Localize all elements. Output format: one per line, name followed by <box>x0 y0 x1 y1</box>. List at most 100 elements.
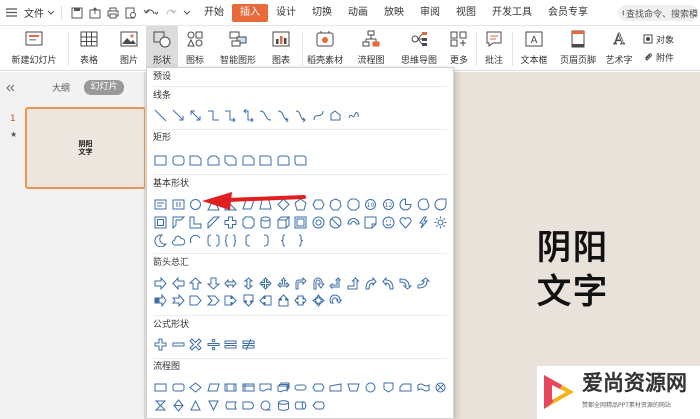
collapse-panel-icon[interactable] <box>6 84 15 95</box>
flowchart-terminator-shape-icon[interactable] <box>293 380 308 395</box>
cloud-shape-icon[interactable] <box>171 233 186 248</box>
round-diagonal-rect-shape-icon[interactable] <box>293 153 308 168</box>
flowchart-preparation-shape-icon[interactable] <box>311 380 326 395</box>
lightning-bolt-shape-icon[interactable] <box>416 215 431 230</box>
print-icon[interactable] <box>104 0 122 26</box>
curved-down-arrow-shape-icon[interactable] <box>416 276 431 291</box>
right-brace-shape-icon[interactable] <box>293 233 308 248</box>
up-down-arrow-shape-icon[interactable] <box>241 276 256 291</box>
left-arrow-callout-shape-icon[interactable] <box>258 293 273 308</box>
octagon-shape-icon[interactable] <box>346 197 361 212</box>
elbow-arrow-connector-shape-icon[interactable] <box>223 108 238 123</box>
flowchart-connector-shape-icon[interactable] <box>363 380 378 395</box>
wordart-button[interactable]: A 艺术字 <box>600 26 638 71</box>
flowchart-data-shape-icon[interactable] <box>206 380 221 395</box>
hexagon-shape-icon[interactable] <box>311 197 326 212</box>
tab-member[interactable]: 会员专享 <box>540 4 596 22</box>
export-icon[interactable] <box>86 0 104 26</box>
flowchart-document-shape-icon[interactable] <box>258 380 273 395</box>
heart-shape-icon[interactable] <box>398 215 413 230</box>
pentagon-arrow-shape-icon[interactable] <box>188 293 203 308</box>
flowchart-punched-tape-shape-icon[interactable] <box>416 380 431 395</box>
moon-shape-icon[interactable] <box>153 233 168 248</box>
round-same-side-rect-shape-icon[interactable] <box>276 153 291 168</box>
l-shape-shape-icon[interactable] <box>188 215 203 230</box>
line-shape-icon[interactable] <box>153 108 168 123</box>
material-button[interactable]: 稻壳素材 <box>304 26 346 71</box>
arc-shape-icon[interactable] <box>188 233 203 248</box>
diagonal-stripe-shape-icon[interactable] <box>206 215 221 230</box>
quick-access-chevron-icon[interactable] <box>180 0 194 26</box>
bent-up-arrow-shape-icon[interactable] <box>346 276 361 291</box>
slide-title-line2[interactable]: 文字 <box>537 272 609 312</box>
picture-button[interactable]: 图片 <box>112 26 146 71</box>
pie-shape-icon[interactable] <box>398 197 413 212</box>
up-arrow-shape-icon[interactable] <box>188 276 203 291</box>
frame-shape-icon[interactable] <box>153 215 168 230</box>
chord-shape-icon[interactable] <box>416 197 431 212</box>
tab-slides[interactable]: 幻灯片 <box>84 80 124 95</box>
rounded-rectangle-shape-icon[interactable] <box>171 153 186 168</box>
tab-animation[interactable]: 动画 <box>340 4 376 22</box>
tab-view[interactable]: 视图 <box>448 4 484 22</box>
shape-button[interactable]: 形状 <box>146 26 178 71</box>
tab-transition[interactable]: 切换 <box>304 4 340 22</box>
bevel-shape-icon[interactable] <box>293 215 308 230</box>
save-icon[interactable] <box>68 0 86 26</box>
comment-button[interactable]: 批注 <box>478 26 510 71</box>
donut-shape-icon[interactable] <box>311 215 326 230</box>
flowchart-offpage-connector-shape-icon[interactable] <box>381 380 396 395</box>
equal-shape-icon[interactable] <box>223 337 238 352</box>
flowchart-internal-storage-shape-icon[interactable] <box>241 380 256 395</box>
cube-shape-icon[interactable] <box>276 215 291 230</box>
down-arrow-shape-icon[interactable] <box>206 276 221 291</box>
smartart-button[interactable]: 智能图形 <box>212 26 264 71</box>
minus-shape-icon[interactable] <box>171 337 186 352</box>
curved-right-arrow-shape-icon[interactable] <box>363 276 378 291</box>
plaque-shape-icon[interactable] <box>241 215 256 230</box>
heptagon-shape-icon[interactable] <box>328 197 343 212</box>
flowchart-extract-shape-icon[interactable] <box>188 398 203 413</box>
vertical-text-box-shape-icon[interactable] <box>171 197 186 212</box>
up-arrow-callout-shape-icon[interactable] <box>276 293 291 308</box>
icons-button[interactable]: 图标 <box>180 26 210 71</box>
flowchart-collate-shape-icon[interactable] <box>153 398 168 413</box>
quad-arrow-shape-icon[interactable] <box>258 276 273 291</box>
left-brace-shape-icon[interactable] <box>276 233 291 248</box>
elbow-double-arrow-shape-icon[interactable] <box>241 108 256 123</box>
plus-shape-icon[interactable] <box>153 337 168 352</box>
elbow-connector-shape-icon[interactable] <box>206 108 221 123</box>
block-arc-shape-icon[interactable] <box>346 215 361 230</box>
snip-round-rect-shape-icon[interactable] <box>241 153 256 168</box>
textbox-button[interactable]: A 文本框 <box>514 26 554 71</box>
bent-arrow-shape-icon[interactable] <box>293 276 308 291</box>
search-box[interactable]: 查找命令、搜索模 <box>618 5 698 21</box>
sun-shape-icon[interactable] <box>433 215 448 230</box>
teardrop-shape-icon[interactable] <box>433 197 448 212</box>
table-button[interactable]: 表格 <box>72 26 106 71</box>
flowchart-direct-access-storage-shape-icon[interactable] <box>293 398 308 413</box>
curved-up-arrow-shape-icon[interactable] <box>398 276 413 291</box>
snip-same-side-rect-shape-icon[interactable] <box>206 153 221 168</box>
decagon-shape-icon[interactable]: 10 <box>363 197 378 212</box>
print-preview-icon[interactable] <box>122 0 140 26</box>
down-arrow-callout-shape-icon[interactable] <box>241 293 256 308</box>
more-button[interactable]: 更多 <box>444 26 474 71</box>
flowchart-delay-shape-icon[interactable] <box>241 398 256 413</box>
freeform-shape-icon[interactable] <box>328 108 343 123</box>
left-right-arrow-shape-icon[interactable] <box>223 276 238 291</box>
flowchart-alternate-process-shape-icon[interactable] <box>171 380 186 395</box>
tab-outline[interactable]: 大纲 <box>52 81 70 94</box>
tab-design[interactable]: 设计 <box>268 4 304 22</box>
mindmap-button[interactable]: 思维导图 <box>394 26 444 71</box>
tab-home[interactable]: 开始 <box>196 4 232 22</box>
flowchart-or-shape-icon[interactable] <box>451 380 454 395</box>
flowchart-sequential-storage-shape-icon[interactable] <box>258 398 273 413</box>
curve-shape-icon[interactable] <box>311 108 326 123</box>
half-frame-shape-icon[interactable] <box>171 215 186 230</box>
curved-double-arrow-shape-icon[interactable] <box>293 108 308 123</box>
double-arrow-line-shape-icon[interactable] <box>188 108 203 123</box>
can-shape-icon[interactable] <box>258 215 273 230</box>
new-slide-button[interactable]: 新建幻灯片 <box>4 26 64 71</box>
right-arrow-shape-icon[interactable] <box>153 276 168 291</box>
